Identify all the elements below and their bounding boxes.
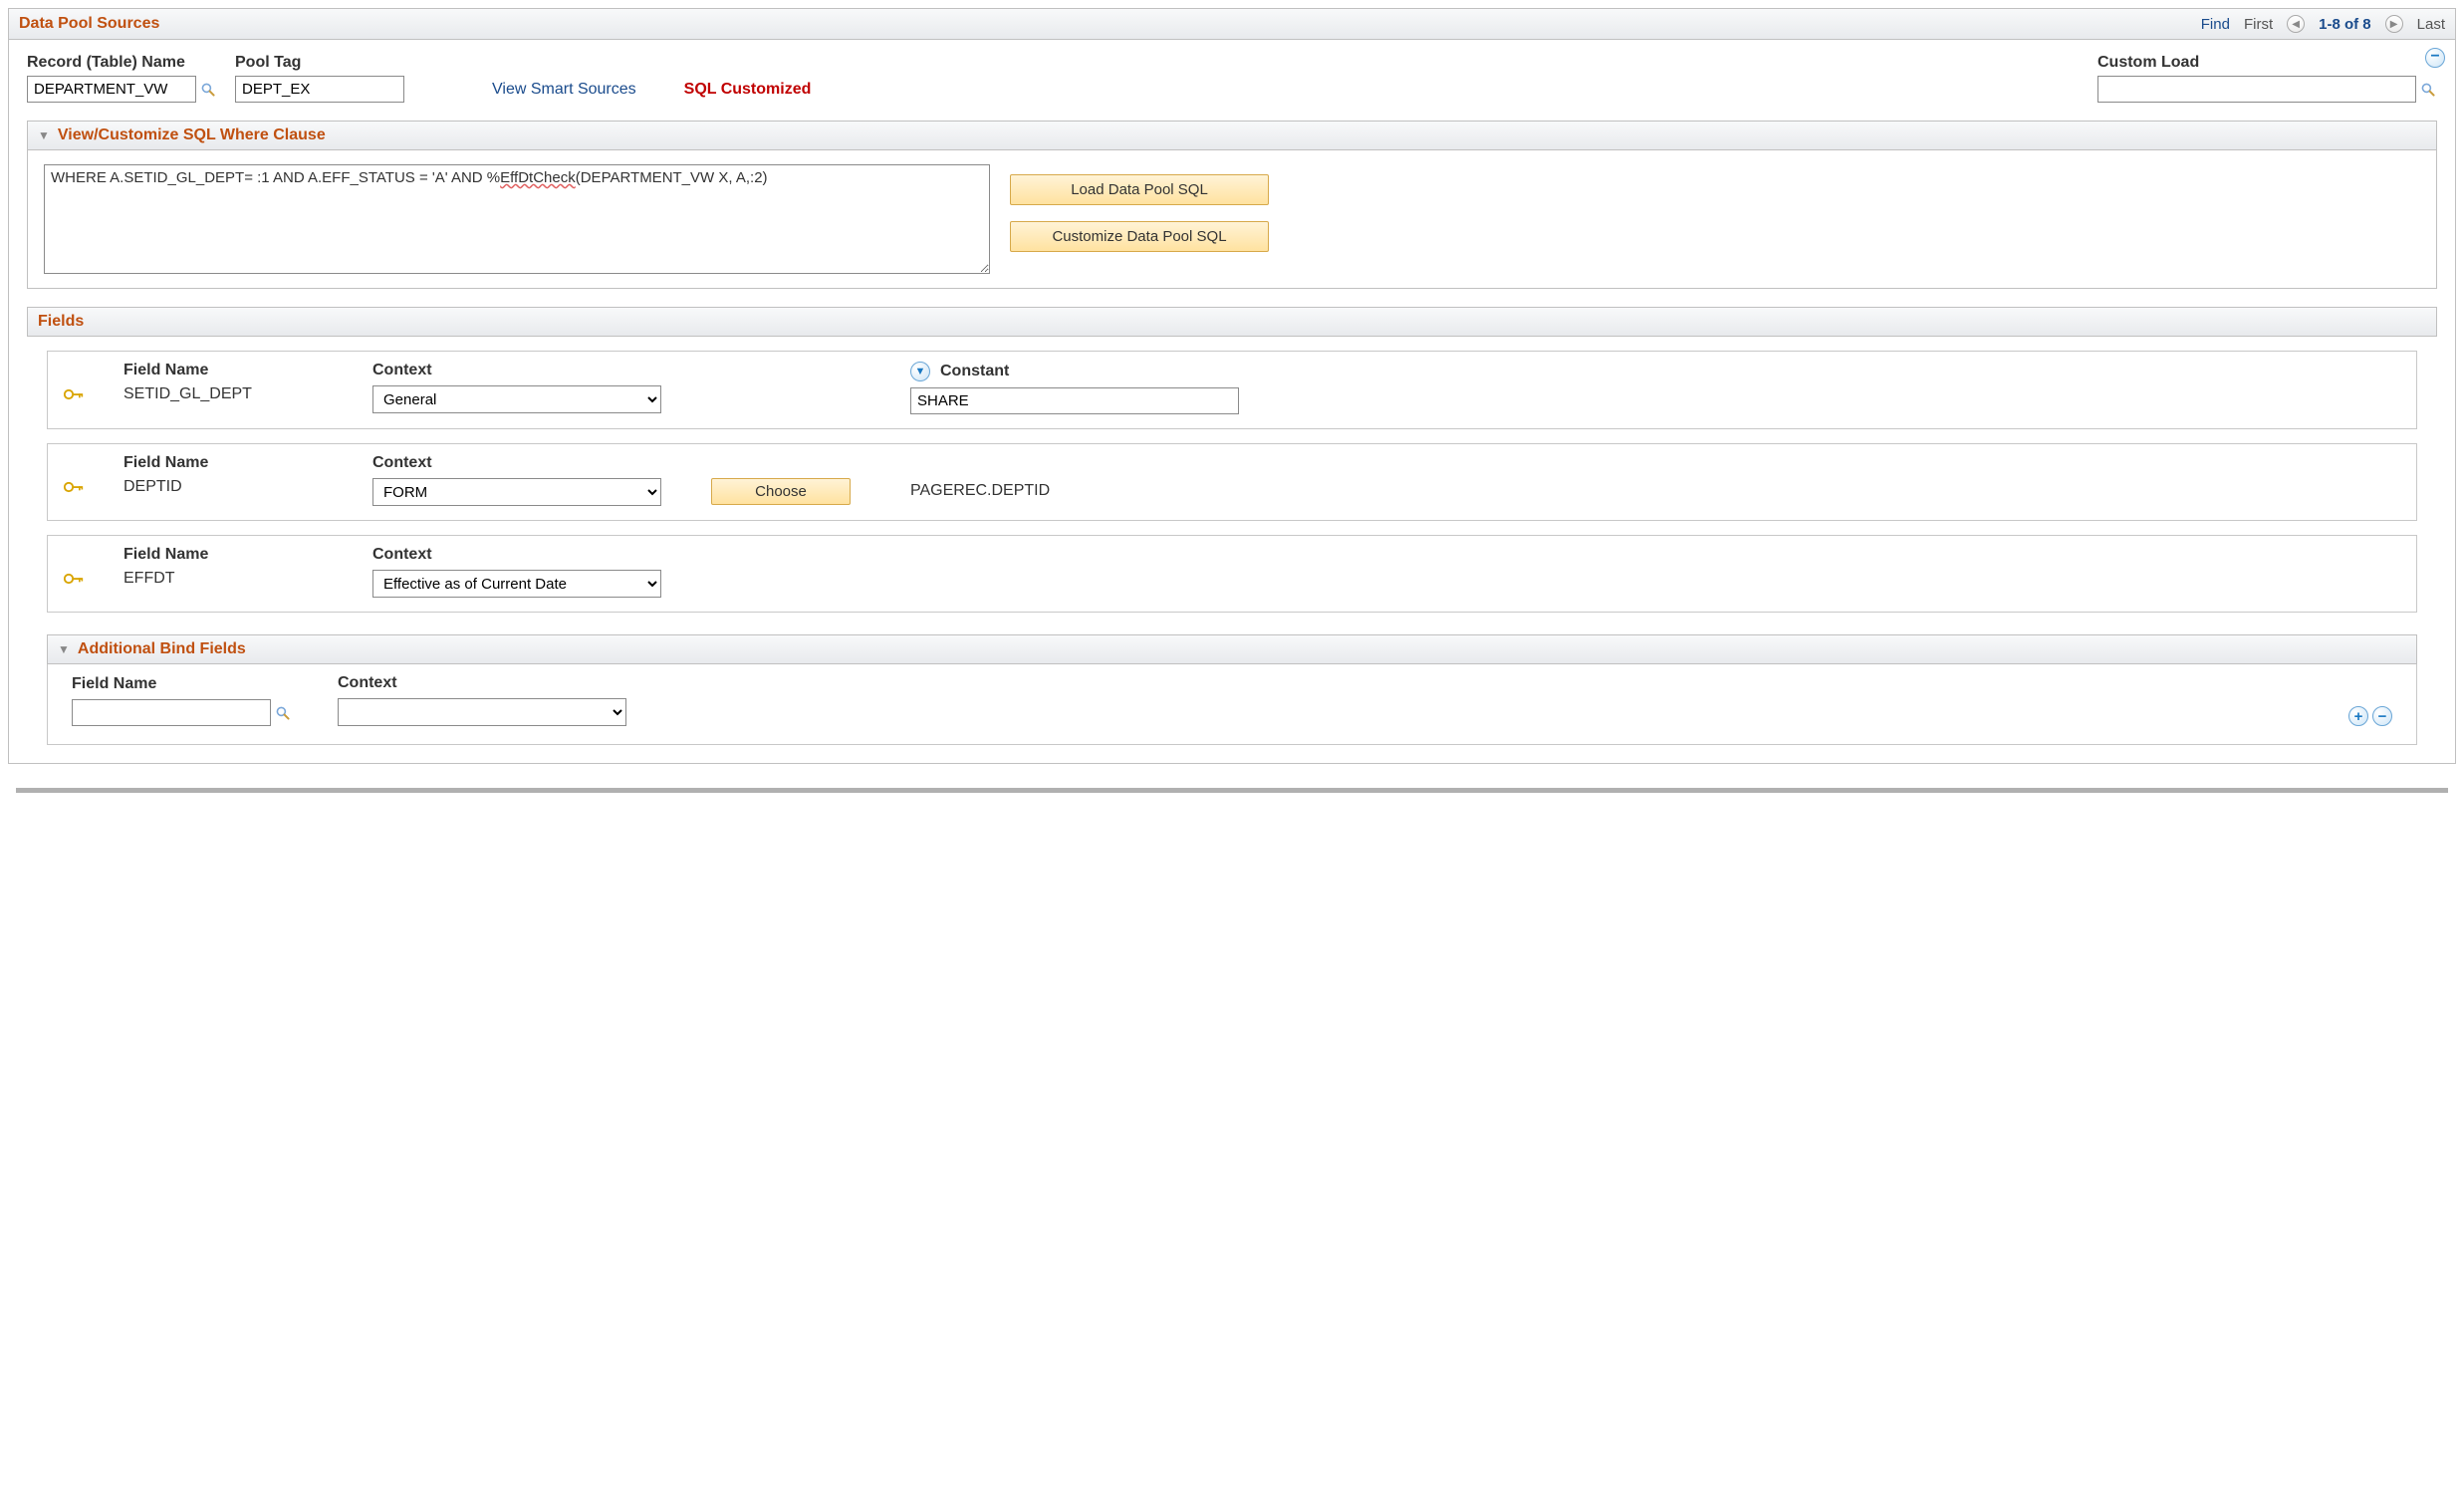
key-icon	[64, 572, 104, 590]
context-select[interactable]: General	[372, 385, 661, 413]
bind-fields-header[interactable]: ▼ Additional Bind Fields	[47, 634, 2417, 664]
bind-fields-title: Additional Bind Fields	[78, 640, 246, 658]
custom-load-label: Custom Load	[2097, 54, 2437, 72]
delete-row-icon[interactable]: −	[2372, 706, 2392, 726]
data-pool-body: − Record (Table) Name Pool Tag View Smar…	[8, 40, 2456, 764]
sql-customized-label: SQL Customized	[684, 81, 812, 98]
field-name-label: Field Name	[123, 454, 353, 472]
context-label: Context	[372, 362, 691, 379]
lookup-icon[interactable]	[2419, 81, 2437, 99]
context-select[interactable]: FORM	[372, 478, 661, 506]
pool-tag-input[interactable]	[235, 76, 404, 103]
data-pool-sources-header: Data Pool Sources Find First ◀ 1-8 of 8 …	[8, 8, 2456, 40]
grid-nav-controls: Find First ◀ 1-8 of 8 ▶ Last	[2201, 15, 2445, 33]
view-smart-sources-link[interactable]: View Smart Sources	[492, 81, 636, 98]
bind-context-label: Context	[338, 674, 626, 692]
expand-constant-icon[interactable]: ▼	[910, 362, 930, 381]
section-title: Data Pool Sources	[19, 15, 159, 33]
reference-value: PAGEREC.DEPTID	[910, 482, 1249, 500]
nav-first[interactable]: First	[2244, 16, 2273, 33]
field-row: Field Name SETID_GL_DEPT Context General ▼ Co…	[47, 351, 2417, 429]
collapse-triangle-icon[interactable]: ▼	[58, 642, 70, 656]
lookup-icon[interactable]	[274, 704, 292, 722]
top-row: Record (Table) Name Pool Tag View Smart …	[27, 54, 2437, 103]
constant-label: Constant	[940, 363, 1009, 380]
field-row: Field Name DEPTID Context FORM Choose PAGEREC…	[47, 443, 2417, 521]
nav-last[interactable]: Last	[2417, 16, 2445, 33]
find-link[interactable]: Find	[2201, 16, 2230, 33]
where-clause-header[interactable]: ▼ View/Customize SQL Where Clause	[27, 121, 2437, 150]
collapse-triangle-icon[interactable]: ▼	[38, 128, 50, 142]
bind-context-select[interactable]	[338, 698, 626, 726]
add-row-icon[interactable]: +	[2348, 706, 2368, 726]
context-select[interactable]: Effective as of Current Date	[372, 570, 661, 598]
custom-load-field: Custom Load	[2097, 54, 2437, 103]
context-label: Context	[372, 454, 691, 472]
constant-input[interactable]	[910, 387, 1239, 414]
bind-field-name-input[interactable]	[72, 699, 271, 726]
load-data-pool-sql-button[interactable]: Load Data Pool SQL	[1010, 174, 1269, 205]
bind-field-name-label: Field Name	[72, 675, 292, 693]
field-row: Field Name EFFDT Context Effective as of Cu…	[47, 535, 2417, 613]
where-clause-title: View/Customize SQL Where Clause	[58, 126, 326, 144]
prev-arrow-icon[interactable]: ◀	[2287, 15, 2305, 33]
record-name-field: Record (Table) Name	[27, 54, 217, 103]
pool-tag-field: Pool Tag	[235, 54, 404, 103]
record-name-label: Record (Table) Name	[27, 54, 217, 72]
field-name-value: SETID_GL_DEPT	[123, 385, 353, 403]
custom-load-input[interactable]	[2097, 76, 2416, 103]
next-arrow-icon[interactable]: ▶	[2385, 15, 2403, 33]
field-name-label: Field Name	[123, 362, 353, 379]
choose-button[interactable]: Choose	[711, 478, 851, 505]
key-icon	[64, 480, 104, 498]
bind-fields-body: Field Name Context + −	[47, 664, 2417, 745]
fields-title: Fields	[38, 313, 84, 331]
field-name-value: EFFDT	[123, 570, 353, 588]
where-clause-body: WHERE A.SETID_GL_DEPT= :1 AND A.EFF_STAT…	[27, 150, 2437, 289]
section-divider	[16, 788, 2448, 793]
customize-data-pool-sql-button[interactable]: Customize Data Pool SQL	[1010, 221, 1269, 252]
field-name-label: Field Name	[123, 546, 353, 564]
pool-tag-label: Pool Tag	[235, 54, 404, 72]
fields-header: Fields	[27, 307, 2437, 337]
context-label: Context	[372, 546, 691, 564]
field-name-value: DEPTID	[123, 478, 353, 496]
key-icon	[64, 387, 104, 405]
nav-range[interactable]: 1-8 of 8	[2319, 16, 2371, 33]
collapse-row-icon[interactable]: −	[2425, 48, 2445, 68]
record-name-input[interactable]	[27, 76, 196, 103]
sql-where-textarea[interactable]: WHERE A.SETID_GL_DEPT= :1 AND A.EFF_STAT…	[44, 164, 990, 274]
lookup-icon[interactable]	[199, 81, 217, 99]
